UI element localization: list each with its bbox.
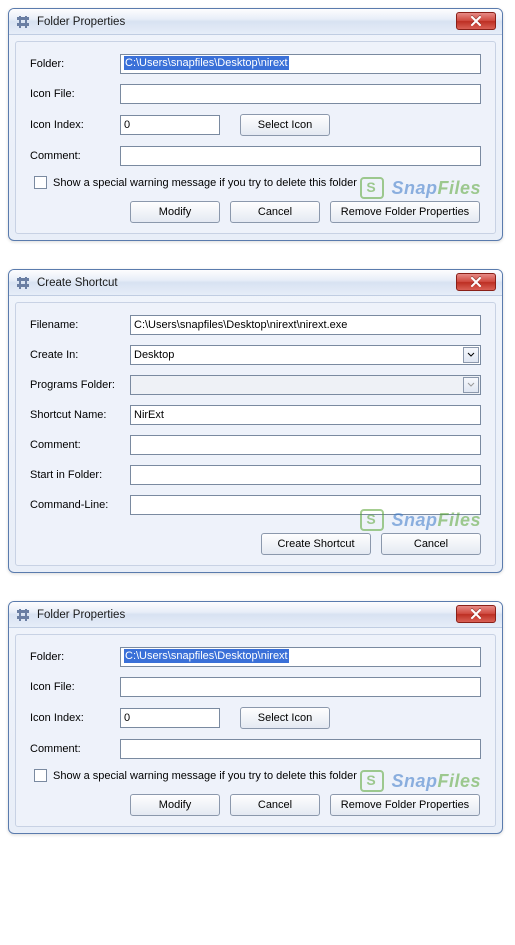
remove-properties-button[interactable]: Remove Folder Properties [330,201,480,223]
comment-label: Comment: [30,439,130,451]
folder-properties-window-2: Folder Properties Folder: C:\Users\snapf… [8,601,503,834]
modify-button[interactable]: Modify [130,201,220,223]
cancel-button[interactable]: Cancel [230,201,320,223]
cmdline-label: Command-Line: [30,499,130,511]
create-shortcut-button[interactable]: Create Shortcut [261,533,371,555]
titlebar[interactable]: Folder Properties [9,9,502,35]
window-title: Create Shortcut [37,277,118,289]
folder-input[interactable] [120,54,481,74]
modify-button[interactable]: Modify [130,794,220,816]
programsfolder-select [130,375,481,395]
iconindex-label: Icon Index: [30,119,120,131]
warning-checkbox-label: Show a special warning message if you tr… [53,177,357,189]
remove-properties-button[interactable]: Remove Folder Properties [330,794,480,816]
app-icon [15,607,31,623]
comment-input[interactable] [120,739,481,759]
programsfolder-label: Programs Folder: [30,379,130,391]
warning-checkbox[interactable] [34,769,47,782]
warning-checkbox-label: Show a special warning message if you tr… [53,770,357,782]
startin-input[interactable] [130,465,481,485]
createin-value: Desktop [134,349,174,361]
iconindex-input[interactable] [120,708,220,728]
folder-properties-window: Folder Properties Folder: C:\Users\snapf… [8,8,503,241]
titlebar[interactable]: Folder Properties [9,602,502,628]
iconfile-label: Icon File: [30,681,120,693]
startin-label: Start in Folder: [30,469,130,481]
folder-field-holder: C:\Users\snapfiles\Desktop\nirext [120,647,481,667]
content-frame: Filename: Create In: Desktop Programs Fo… [15,302,496,566]
folder-label: Folder: [30,651,120,663]
app-icon [15,275,31,291]
iconfile-input[interactable] [120,677,481,697]
iconindex-input[interactable] [120,115,220,135]
window-title: Folder Properties [37,16,125,28]
comment-input[interactable] [120,146,481,166]
iconfile-label: Icon File: [30,88,120,100]
createin-select[interactable]: Desktop [130,345,481,365]
createin-label: Create In: [30,349,130,361]
create-shortcut-window: Create Shortcut Filename: Create In: Des… [8,269,503,573]
comment-label: Comment: [30,150,120,162]
folder-label: Folder: [30,58,120,70]
filename-input[interactable] [130,315,481,335]
app-icon [15,14,31,30]
dropdown-arrow-icon [463,347,479,363]
content-frame: Folder: C:\Users\snapfiles\Desktop\nirex… [15,634,496,827]
iconindex-label: Icon Index: [30,712,120,724]
titlebar[interactable]: Create Shortcut [9,270,502,296]
cmdline-input[interactable] [130,495,481,515]
close-button[interactable] [456,12,496,30]
select-icon-button[interactable]: Select Icon [240,114,330,136]
comment-label: Comment: [30,743,120,755]
window-title: Folder Properties [37,609,125,621]
shortcutname-input[interactable] [130,405,481,425]
cancel-button[interactable]: Cancel [381,533,481,555]
dropdown-arrow-icon [463,377,479,393]
cancel-button[interactable]: Cancel [230,794,320,816]
iconfile-input[interactable] [120,84,481,104]
close-button[interactable] [456,605,496,623]
comment-input[interactable] [130,435,481,455]
select-icon-button[interactable]: Select Icon [240,707,330,729]
folder-field-holder: C:\Users\snapfiles\Desktop\nirext [120,54,481,74]
folder-input[interactable] [120,647,481,667]
filename-label: Filename: [30,319,130,331]
shortcutname-label: Shortcut Name: [30,409,130,421]
content-frame: Folder: C:\Users\snapfiles\Desktop\nirex… [15,41,496,234]
warning-checkbox[interactable] [34,176,47,189]
close-button[interactable] [456,273,496,291]
